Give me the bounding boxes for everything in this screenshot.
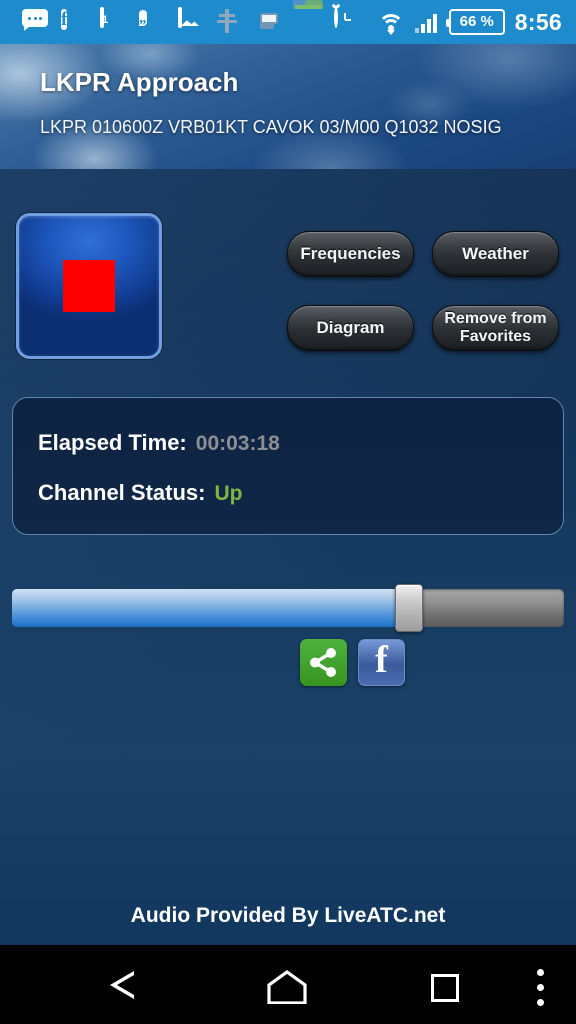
volume-slider[interactable] (12, 589, 564, 627)
weather-button[interactable]: Weather (432, 231, 559, 277)
status-bar-system-icons: 66 % 8:56 (377, 9, 562, 36)
appliance-icon (256, 9, 282, 35)
remove-from-favorites-button[interactable]: Remove from Favorites (432, 305, 559, 351)
channel-status-value: Up (214, 482, 242, 506)
overflow-menu-icon[interactable] (537, 969, 544, 1007)
hills-icon (295, 9, 321, 35)
tower-icon (217, 9, 243, 35)
stop-button[interactable] (16, 213, 162, 359)
metar-text: LKPR 010600Z VRB01KT CAVOK 03/M00 Q1032 … (40, 117, 502, 138)
app-screen: f 1 „ (0, 0, 576, 1024)
alarm-clock-icon (334, 9, 360, 35)
recents-button[interactable] (431, 974, 459, 1002)
status-bar: f 1 „ (0, 0, 576, 44)
wifi-icon (377, 11, 405, 33)
status-bar-notification-icons: f 1 „ (22, 9, 377, 35)
calendar-icon: 1 (100, 9, 126, 35)
share-glyph (309, 648, 338, 677)
home-icon (266, 970, 308, 1004)
app-header: LKPR Approach LKPR 010600Z VRB01KT CAVOK… (0, 44, 576, 169)
sms-icon (22, 9, 48, 35)
elapsed-time-value: 00:03:18 (196, 432, 280, 456)
photo-icon (178, 9, 204, 35)
diagram-button[interactable]: Diagram (287, 305, 414, 351)
frequencies-button[interactable]: Frequencies (287, 231, 414, 277)
channel-status-row: Channel Status: Up (38, 480, 242, 506)
elapsed-time-row: Elapsed Time: 00:03:18 (38, 430, 280, 456)
facebook-icon: f (61, 9, 87, 35)
main-content: Frequencies Weather Diagram Remove from … (0, 169, 576, 945)
elapsed-time-label: Elapsed Time: (38, 430, 187, 456)
status-panel: Elapsed Time: 00:03:18 Channel Status: U… (12, 397, 564, 535)
back-icon-inner (117, 975, 134, 995)
volume-slider-thumb[interactable] (395, 584, 423, 632)
home-button[interactable] (266, 970, 308, 1004)
audio-credit: Audio Provided By LiveATC.net (0, 904, 576, 928)
share-icon[interactable] (300, 639, 347, 686)
battery-indicator: 66 % (449, 9, 505, 35)
page-title: LKPR Approach (40, 67, 238, 98)
cellular-signal-icon (415, 11, 439, 33)
volume-slider-fill (12, 589, 409, 627)
status-bar-clock: 8:56 (515, 9, 562, 36)
stop-square-icon (63, 260, 115, 312)
hangouts-icon: „ (139, 9, 165, 35)
android-nav-bar (0, 945, 576, 1024)
channel-status-label: Channel Status: (38, 480, 205, 506)
facebook-share-icon[interactable]: f (358, 639, 405, 686)
social-buttons: f (300, 639, 405, 686)
